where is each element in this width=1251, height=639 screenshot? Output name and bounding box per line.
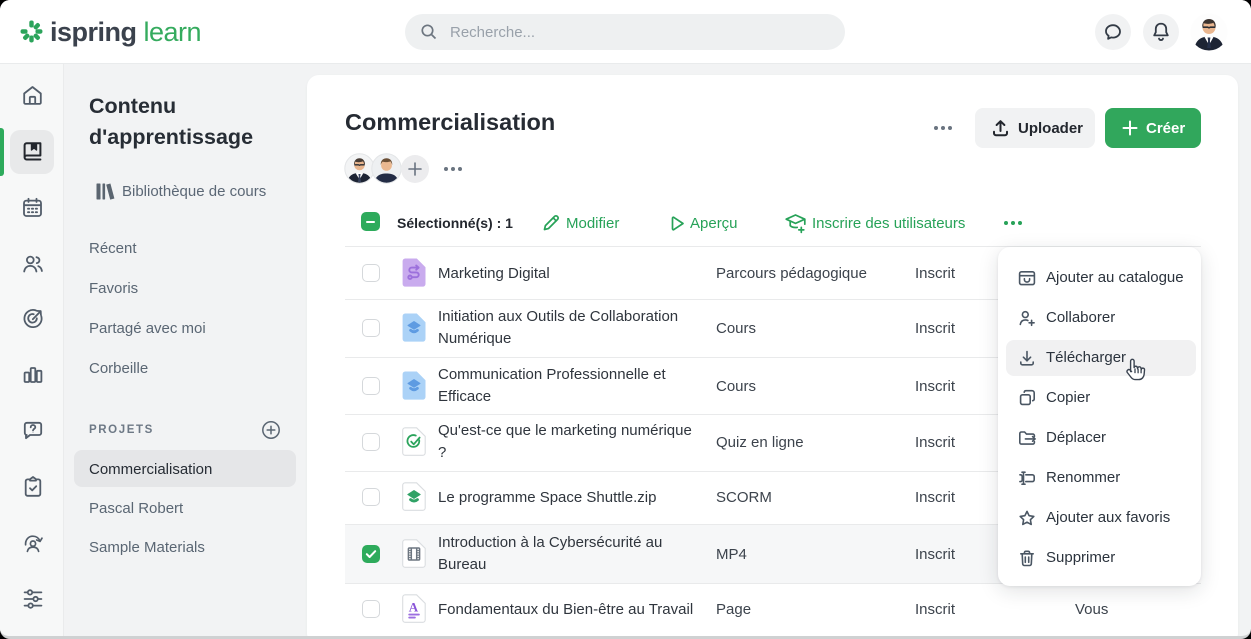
- svg-text:A: A: [409, 599, 419, 614]
